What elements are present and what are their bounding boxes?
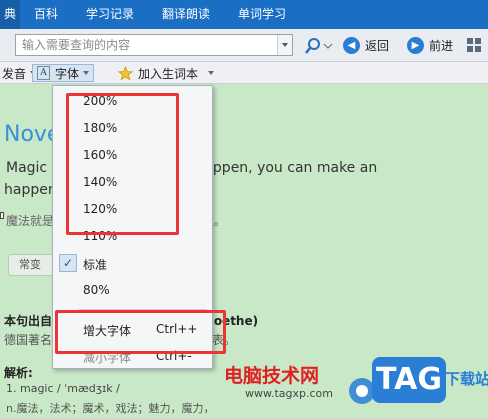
arrow-left-circle-icon: ◀	[343, 36, 360, 54]
font-label: 字体	[55, 66, 80, 81]
watermark-text: 电脑技术网	[224, 365, 320, 387]
result-toolbar: 发音 A 字体 加入生词本	[0, 62, 488, 84]
analysis-heading: 解析:	[4, 366, 33, 380]
watermark-url: www.tagxp.com	[245, 387, 333, 400]
tab-translate-read[interactable]: 翻译朗读	[148, 0, 224, 29]
font-button[interactable]: A 字体	[32, 64, 95, 82]
layout-grid-icon[interactable]	[466, 37, 482, 53]
analysis-line: 1. magic / ˈmædʒɪk /	[6, 382, 120, 395]
search-input[interactable]	[16, 35, 278, 55]
magnifier-icon	[305, 38, 333, 54]
tab-dictionary-partial[interactable]: 典	[0, 0, 20, 29]
star-icon	[118, 65, 133, 80]
top-nav-bar: 典 百科 学习记录 翻译朗读 单词学习	[0, 0, 488, 29]
menu-item-standard[interactable]: ✓ 标准	[53, 250, 212, 276]
forward-button[interactable]: ▶ 前进	[407, 35, 453, 55]
search-row: ◀ 返回 ▶ 前进	[0, 29, 488, 62]
menu-item-80[interactable]: 80%	[53, 277, 212, 303]
highlight-box-sizes	[66, 93, 179, 235]
chevron-down-icon	[208, 71, 215, 75]
tab-word-study[interactable]: 单词学习	[224, 0, 300, 29]
pronounce-button[interactable]: 发音	[2, 64, 37, 82]
analysis-line: n.魔法，法术；魔术，戏法；魅力，魔力，	[6, 402, 215, 415]
search-button[interactable]	[305, 36, 333, 56]
watermark-tag-logo: TAG	[372, 357, 446, 403]
forward-label: 前进	[429, 38, 454, 53]
font-a-icon: A	[37, 66, 50, 80]
check-icon: ✓	[59, 254, 77, 272]
example-en-line: happen	[4, 182, 57, 198]
add-wordbook-button[interactable]: 加入生词本	[118, 64, 215, 82]
resize-handle[interactable]	[0, 212, 4, 219]
pronounce-label: 发音	[2, 66, 27, 81]
highlight-box-enlarge	[55, 310, 226, 354]
add-wordbook-label: 加入生词本	[138, 66, 199, 81]
chevron-down-icon	[83, 71, 90, 75]
arrow-right-circle-icon: ▶	[407, 36, 424, 54]
search-history-dropdown[interactable]	[277, 35, 292, 55]
tab-baike[interactable]: 百科	[20, 0, 72, 29]
tab-study-record[interactable]: 学习记录	[72, 0, 148, 29]
back-label: 返回	[365, 38, 390, 53]
back-button[interactable]: ◀ 返回	[343, 35, 389, 55]
search-box	[15, 34, 293, 56]
watermark-site-name: 下载站	[445, 370, 488, 388]
